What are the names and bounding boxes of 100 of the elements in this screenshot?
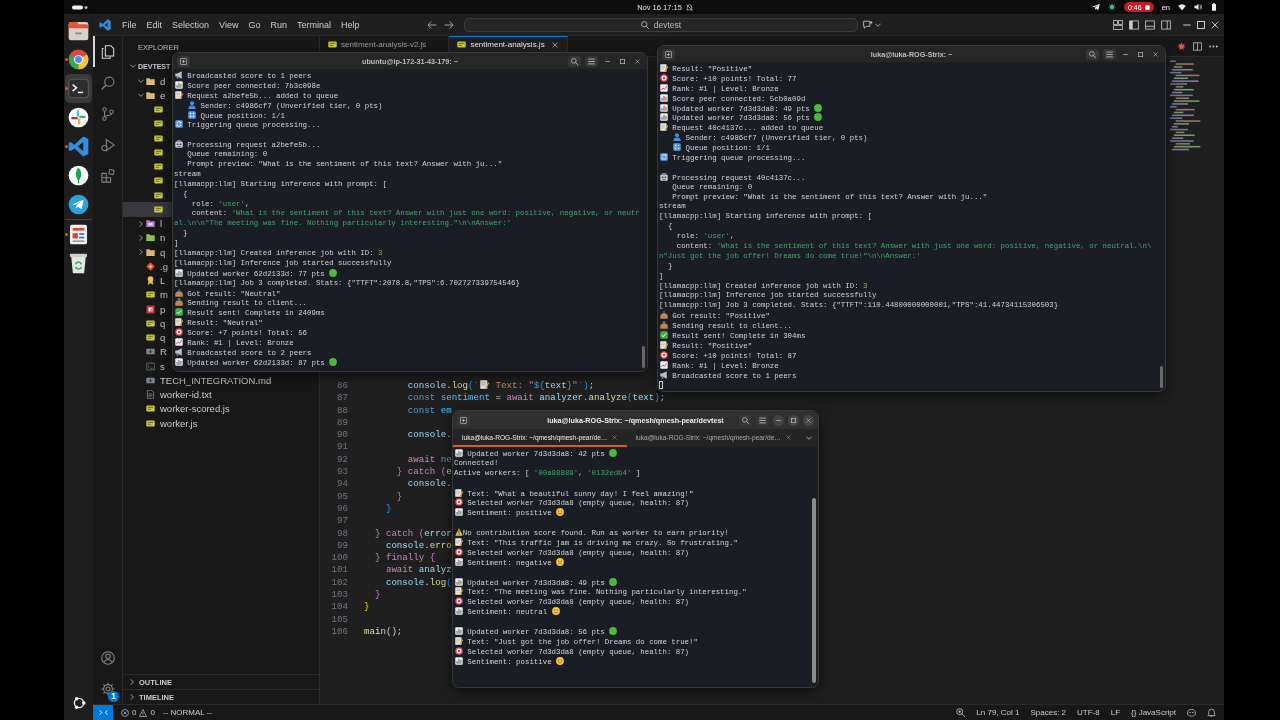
tree-item[interactable]: s [123,359,172,374]
encoding-button[interactable]: UTF-8 [1077,708,1100,717]
tree-item[interactable]: q [123,330,172,345]
menu-button[interactable] [585,55,598,67]
status-dot-icon [609,577,618,586]
back-arrow-icon[interactable] [427,19,437,30]
tree-item[interactable]: q [123,245,172,260]
minimize-button[interactable] [773,414,784,426]
line-number: 88 [336,404,348,417]
line-ending-button[interactable]: LF [1110,708,1121,717]
notepad-icon [174,90,183,99]
paper-plane-icon[interactable] [1092,3,1101,11]
sidebar-left-icon[interactable] [1129,19,1139,30]
tree-item[interactable]: worker-scored.js [123,401,233,416]
bar-chart-icon [659,113,668,122]
files-icon [100,44,115,59]
wifi-icon[interactable] [1178,3,1186,11]
search-button[interactable] [1086,48,1099,60]
tree-item[interactable]: .g [123,259,172,274]
workspace-indicator[interactable] [72,4,88,10]
close-icon[interactable] [551,41,558,48]
close-button[interactable] [803,414,814,426]
target-icon [454,597,463,606]
outbox-tray-icon [174,298,183,307]
person-icon [672,133,681,142]
tree-item[interactable]: TECH_INTEGRATION.md [123,373,275,388]
tree-item[interactable]: L [123,273,172,288]
chat-sparkle-icon[interactable] [863,19,873,30]
menu-item[interactable]: Run [265,19,292,30]
new-tab-button[interactable] [662,48,675,60]
minimize-icon [605,58,610,64]
menu-button[interactable] [1103,48,1116,60]
panel-bottom-icon[interactable] [1145,19,1155,30]
status-dot-icon [814,113,823,122]
code-text: } catch (e [396,466,452,478]
dock-app[interactable] [65,74,92,103]
tree-item[interactable]: l [123,216,172,231]
pinwheel-icon [68,107,89,128]
editor-tab[interactable]: sentiment-analysis.js [449,36,568,52]
command-center[interactable]: devtest [464,17,858,32]
zoom-icon[interactable] [956,708,966,717]
tree-item[interactable]: R [123,344,172,359]
tree-item[interactable] [123,202,172,217]
maximize-icon[interactable] [1197,20,1205,29]
close-icon[interactable] [1211,20,1219,29]
split-editor-icon[interactable] [1193,41,1202,51]
tree-item[interactable]: worker-id.txt [123,387,215,402]
menu-item[interactable]: Edit [141,19,168,30]
scrollbar[interactable] [642,346,645,368]
app-tray-icon[interactable] [1108,3,1117,11]
tree-item[interactable]: d [123,74,172,89]
goggles-icon[interactable] [1187,708,1196,717]
new-tab-button[interactable] [457,414,470,426]
warning-icon [454,528,463,537]
code-text: main(); [364,625,403,637]
menu-item[interactable]: Help [335,19,365,30]
line-chart-icon [174,338,183,347]
notepad-icon [174,318,183,327]
cursor-position[interactable]: Ln 79, Col 1 [976,708,1020,717]
menu-item[interactable]: View [214,19,244,30]
tree-item[interactable]: n [123,230,172,245]
menu-item[interactable]: Selection [167,19,215,30]
layout-grid-icon[interactable] [1113,19,1123,30]
search-button[interactable] [568,55,581,67]
maximize-button[interactable] [788,414,799,426]
problems-button[interactable]: 0 0 [121,708,155,717]
sidebar-right-icon[interactable] [1161,19,1171,30]
megaphone-icon [174,347,183,356]
line-number: 93 [336,466,348,479]
bar-chart-icon [454,557,463,566]
notepad-icon [454,538,463,546]
line-chart-icon [659,83,668,92]
search-button[interactable] [739,414,752,426]
menu-item[interactable]: Terminal [291,19,336,30]
notepad-icon [480,380,490,389]
ring-logo-icon[interactable] [71,696,86,710]
new-tab-button[interactable] [177,55,190,67]
forward-arrow-icon[interactable] [444,19,454,30]
outbox-tray-icon [659,321,668,330]
menu-item[interactable]: File [117,19,142,30]
file-badge-icon [146,418,155,428]
file-badge-icon [154,162,163,172]
tree-item[interactable]: m [123,287,172,302]
tree-item[interactable]: e [123,88,172,103]
account-icon[interactable] [100,650,115,665]
indentation-button[interactable]: Spaces: 2 [1030,708,1067,717]
tree-item[interactable]: worker.js [123,416,201,431]
chevron-down-icon[interactable] [875,21,881,28]
scrollbar[interactable] [812,498,816,683]
bell-icon[interactable] [1207,708,1216,717]
burst-icon[interactable] [1177,41,1186,51]
scrollbar[interactable] [1160,366,1163,388]
menu-button[interactable] [756,414,769,426]
menu-item[interactable]: Go [243,19,266,30]
tree-item[interactable]: q [123,316,172,331]
volume-icon[interactable] [1194,3,1202,11]
battery-icon[interactable] [1210,3,1218,11]
language-button[interactable]: {} JavaScript [1131,708,1176,717]
menu-icon [759,416,766,424]
tree-item[interactable]: p [123,302,172,317]
